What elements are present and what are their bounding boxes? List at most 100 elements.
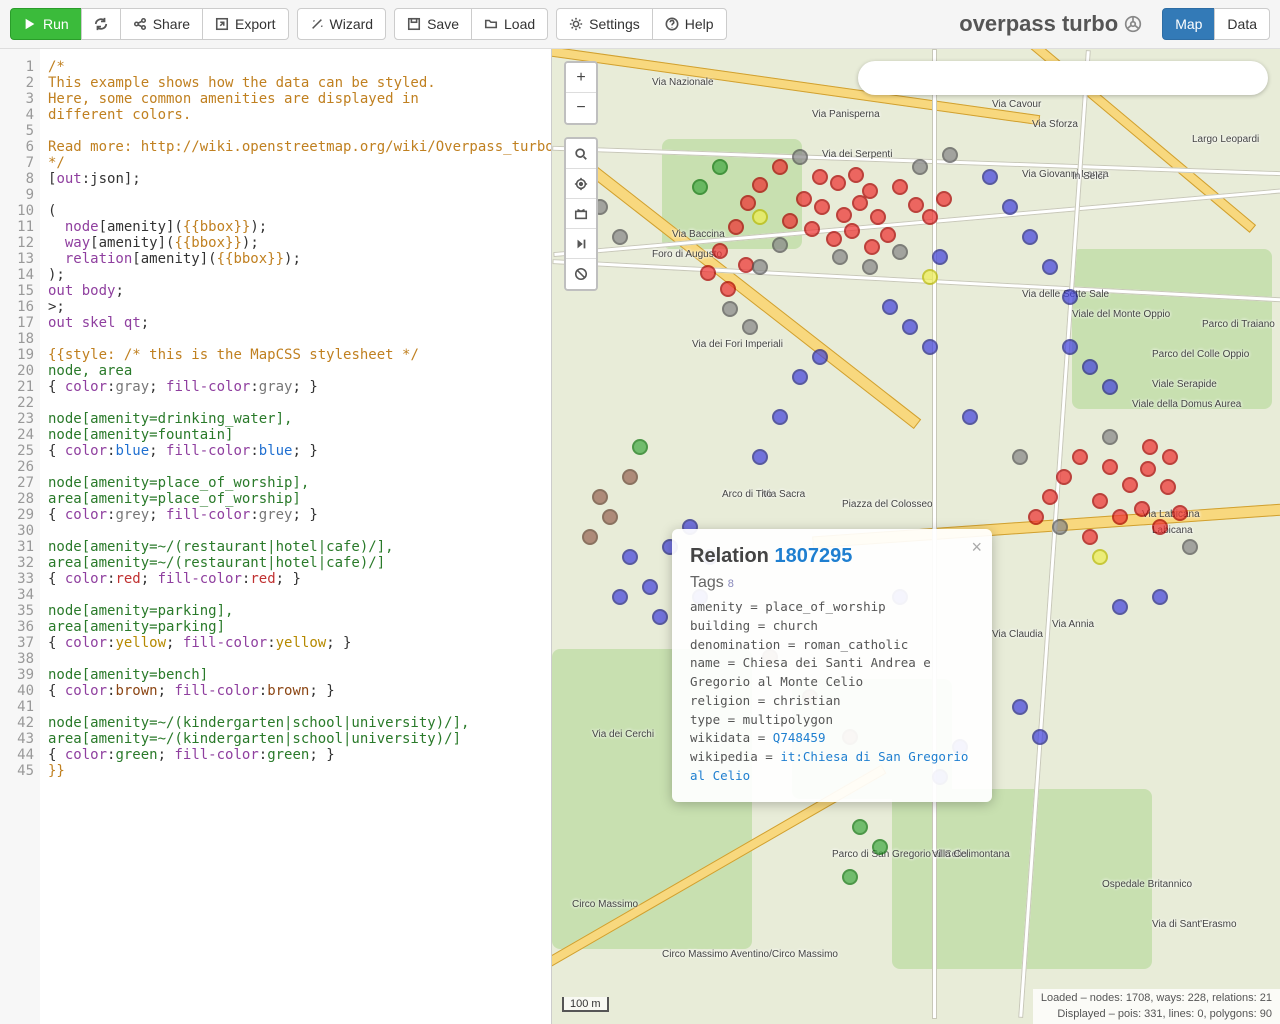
data-tab[interactable]: Data <box>1214 8 1270 40</box>
map-poi[interactable] <box>700 265 716 281</box>
map-poi[interactable] <box>772 409 788 425</box>
map-poi[interactable] <box>1102 379 1118 395</box>
map-poi[interactable] <box>962 409 978 425</box>
rerun-button[interactable] <box>81 8 121 40</box>
map-poi[interactable] <box>1012 699 1028 715</box>
map-poi[interactable] <box>812 349 828 365</box>
map-poi[interactable] <box>642 579 658 595</box>
map-poi[interactable] <box>1042 259 1058 275</box>
run-button[interactable]: Run <box>10 8 82 40</box>
map-poi[interactable] <box>796 191 812 207</box>
map-poi[interactable] <box>792 149 808 165</box>
select-bbox-button[interactable] <box>566 199 596 229</box>
map-poi[interactable] <box>712 159 728 175</box>
map-poi[interactable] <box>1042 489 1058 505</box>
map-search-input[interactable] <box>858 61 1268 95</box>
map-poi[interactable] <box>1052 519 1068 535</box>
map-poi[interactable] <box>772 237 788 253</box>
map-poi[interactable] <box>752 449 768 465</box>
map-poi[interactable] <box>922 209 938 225</box>
map-poi[interactable] <box>752 177 768 193</box>
map-poi[interactable] <box>832 249 848 265</box>
map-poi[interactable] <box>872 839 888 855</box>
map-poi[interactable] <box>1182 539 1198 555</box>
map-poi[interactable] <box>1162 449 1178 465</box>
map-poi[interactable] <box>1112 509 1128 525</box>
map-poi[interactable] <box>712 243 728 259</box>
locate-button[interactable] <box>566 169 596 199</box>
toggle-fullscreen-button[interactable] <box>566 229 596 259</box>
map-poi[interactable] <box>932 249 948 265</box>
map-poi[interactable] <box>936 191 952 207</box>
map-poi[interactable] <box>582 529 598 545</box>
map-poi[interactable] <box>826 231 842 247</box>
map-poi[interactable] <box>812 169 828 185</box>
help-button[interactable]: Help <box>652 8 727 40</box>
map-poi[interactable] <box>1062 289 1078 305</box>
code-area[interactable]: /*This example shows how the data can be… <box>40 49 551 1024</box>
map-poi[interactable] <box>836 207 852 223</box>
share-button[interactable]: Share <box>120 8 203 40</box>
map-poi[interactable] <box>830 175 846 191</box>
map-poi[interactable] <box>880 227 896 243</box>
map-poi[interactable] <box>852 195 868 211</box>
map-poi[interactable] <box>728 219 744 235</box>
map-tab[interactable]: Map <box>1162 8 1215 40</box>
map-poi[interactable] <box>870 209 886 225</box>
search-tool-button[interactable] <box>566 139 596 169</box>
map-poi[interactable] <box>912 159 928 175</box>
map-poi[interactable] <box>622 469 638 485</box>
map-poi[interactable] <box>752 209 768 225</box>
save-button[interactable]: Save <box>394 8 472 40</box>
tag-link[interactable]: Q748459 <box>773 730 826 745</box>
map-poi[interactable] <box>1102 459 1118 475</box>
tag-link[interactable]: it:Chiesa di San Gregorio al Celio <box>690 749 968 783</box>
map-poi[interactable] <box>1092 549 1108 565</box>
map-poi[interactable] <box>720 281 736 297</box>
zoom-out-button[interactable]: − <box>566 93 596 123</box>
map-poi[interactable] <box>1062 339 1078 355</box>
clear-data-button[interactable] <box>566 259 596 289</box>
map-poi[interactable] <box>1112 599 1128 615</box>
zoom-in-button[interactable]: + <box>566 63 596 93</box>
map-poi[interactable] <box>1028 509 1044 525</box>
map-poi[interactable] <box>892 244 908 260</box>
map-poi[interactable] <box>908 197 924 213</box>
map-poi[interactable] <box>1134 501 1150 517</box>
map-poi[interactable] <box>982 169 998 185</box>
map-poi[interactable] <box>602 509 618 525</box>
map-poi[interactable] <box>1122 477 1138 493</box>
map-poi[interactable] <box>842 869 858 885</box>
map-poi[interactable] <box>632 439 648 455</box>
map-poi[interactable] <box>892 179 908 195</box>
map-poi[interactable] <box>864 239 880 255</box>
map-poi[interactable] <box>722 301 738 317</box>
map-poi[interactable] <box>848 167 864 183</box>
wizard-button[interactable]: Wizard <box>297 8 387 40</box>
query-editor[interactable]: 1234567891011121314151617181920212223242… <box>0 49 552 1024</box>
map-poi[interactable] <box>652 609 668 625</box>
map-poi[interactable] <box>1056 469 1072 485</box>
map-poi[interactable] <box>1152 519 1168 535</box>
map-poi[interactable] <box>1152 589 1168 605</box>
map-poi[interactable] <box>862 259 878 275</box>
settings-button[interactable]: Settings <box>556 8 653 40</box>
map-poi[interactable] <box>1012 449 1028 465</box>
popup-id-link[interactable]: 1807295 <box>774 545 852 567</box>
map-poi[interactable] <box>772 159 788 175</box>
map-poi[interactable] <box>902 319 918 335</box>
export-button[interactable]: Export <box>202 8 288 40</box>
map-poi[interactable] <box>922 269 938 285</box>
map[interactable]: Via NazionaleVia PanispernaVia CavourVia… <box>552 49 1280 1024</box>
map-poi[interactable] <box>1142 439 1158 455</box>
map-poi[interactable] <box>752 259 768 275</box>
map-poi[interactable] <box>814 199 830 215</box>
load-button[interactable]: Load <box>471 8 548 40</box>
map-poi[interactable] <box>792 369 808 385</box>
map-poi[interactable] <box>844 223 860 239</box>
map-poi[interactable] <box>804 221 820 237</box>
map-poi[interactable] <box>882 299 898 315</box>
map-poi[interactable] <box>612 589 628 605</box>
map-poi[interactable] <box>942 147 958 163</box>
map-poi[interactable] <box>1002 199 1018 215</box>
